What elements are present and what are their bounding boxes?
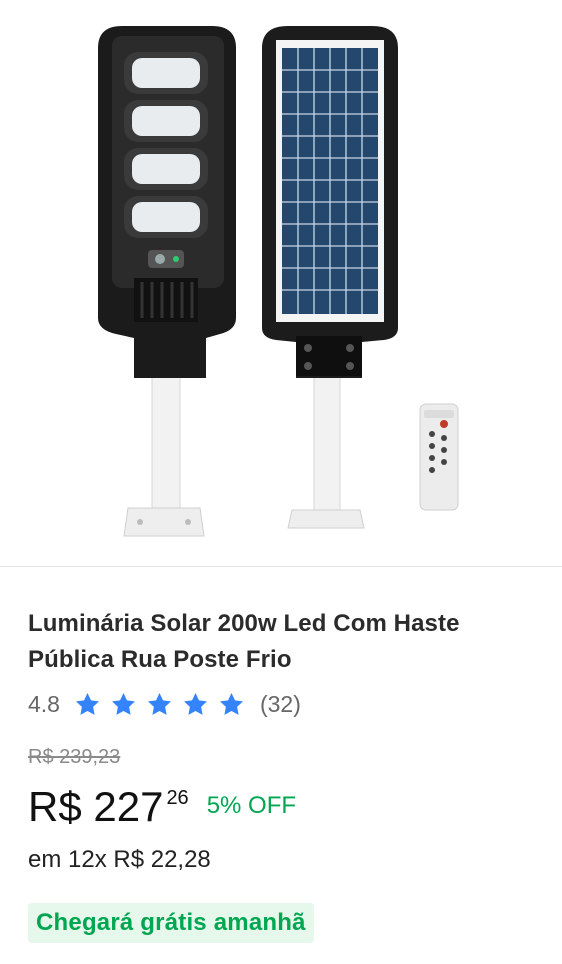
remote-control-illustration <box>419 403 459 511</box>
current-price-cents: 26 <box>166 787 189 809</box>
price-row: R$ 227 26 5% OFF <box>28 782 296 832</box>
star-icon <box>76 692 99 715</box>
divider <box>0 566 562 567</box>
rating-row[interactable]: 4.8 (32) <box>28 686 301 722</box>
current-price: R$ 227 <box>28 783 164 830</box>
star-icon <box>184 692 207 715</box>
product-image[interactable] <box>0 0 562 566</box>
product-image-gallery[interactable] <box>0 0 562 566</box>
product-title: Luminária Solar 200w Led Com Haste Públi… <box>28 610 460 673</box>
installments-text: em 12x R$ 22,28 <box>28 846 211 873</box>
shipping-text: Chegará grátis amanhã <box>36 909 306 936</box>
rating-value: 4.8 <box>28 690 60 717</box>
original-price: R$ 239,23 <box>28 746 121 768</box>
lamp-front-illustration <box>98 26 236 537</box>
star-icon <box>220 692 243 715</box>
star-icon <box>112 692 135 715</box>
rating-count[interactable]: (32) <box>260 691 301 718</box>
star-icon <box>148 692 171 715</box>
discount-badge: 5% OFF <box>206 792 297 819</box>
shipping-badge: Chegará grátis amanhã <box>28 903 314 943</box>
rating-stars <box>74 691 254 718</box>
lamp-solar-panel-illustration <box>262 26 398 529</box>
